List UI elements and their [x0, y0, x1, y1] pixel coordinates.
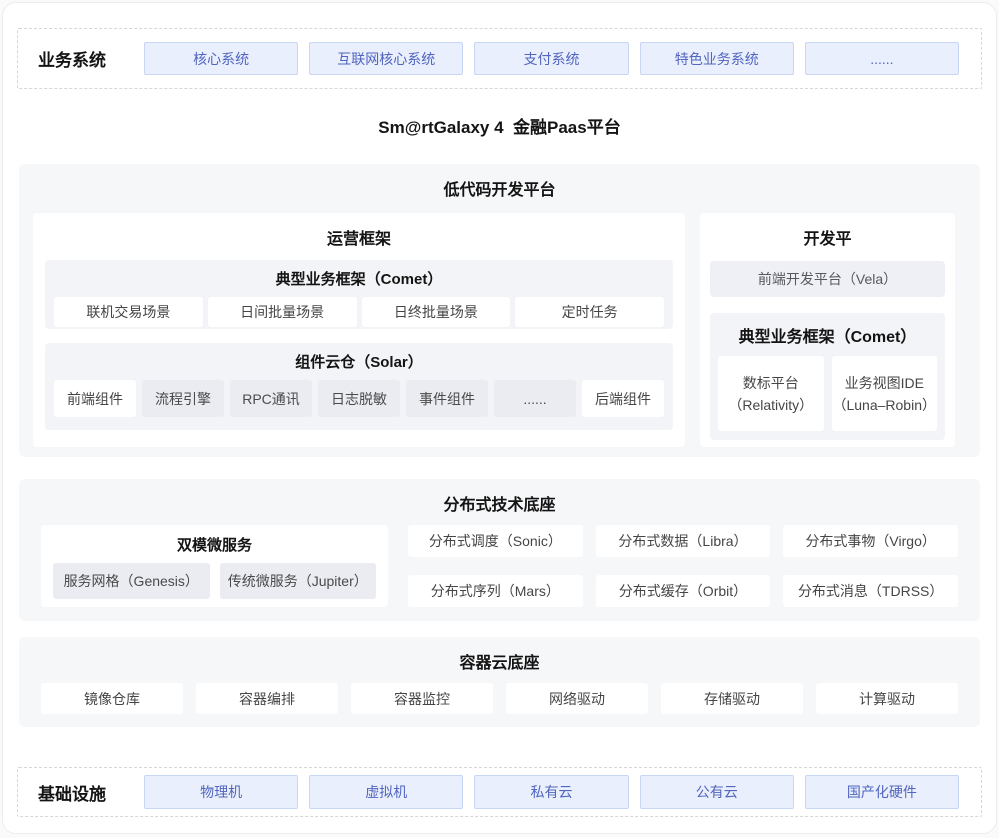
container-base-section: 容器云底座 镜像仓库 容器编排 容器监控 网络驱动 存储驱动 计算驱动 — [19, 637, 980, 727]
distributed-base-body: 双模微服务 服务网格（Genesis） 传统微服务（Jupiter） 分布式调度… — [41, 525, 958, 607]
luna-robin-ide-code: （Luna–Robin） — [832, 394, 936, 416]
endofday-batch-scene-card: 日终批量场景 — [362, 297, 511, 327]
event-component-card: 事件组件 — [406, 380, 488, 417]
component-cloud-title: 组件云仓（Solar） — [54, 351, 664, 372]
dev-framework-cards: 数标平台 （Relativity） 业务视图IDE （Luna–Robin） — [718, 356, 937, 431]
lowcode-platform-body: 运营框架 典型业务框架（Comet） 联机交易场景 日间批量场景 日终批量场景 … — [33, 213, 966, 447]
business-systems-label: 业务系统 — [38, 46, 144, 71]
network-driver-card: 网络驱动 — [506, 683, 648, 714]
business-system-internet-core-button[interactable]: 互联网核心系统 — [309, 42, 463, 75]
distributed-cache-orbit-card: 分布式缓存（Orbit） — [596, 575, 771, 607]
business-systems-buttons: 核心系统 互联网核心系统 支付系统 特色业务系统 ...... — [144, 42, 959, 75]
traditional-microservice-jupiter-chip: 传统微服务（Jupiter） — [220, 563, 377, 599]
dev-typical-business-framework-panel: 典型业务框架（Comet） 数标平台 （Relativity） 业务视图IDE … — [710, 313, 945, 440]
log-masking-card: 日志脱敏 — [318, 380, 400, 417]
frontend-dev-platform-vela-chip: 前端开发平台（Vela） — [710, 261, 945, 297]
service-mesh-genesis-chip: 服务网格（Genesis） — [53, 563, 210, 599]
distributed-sequence-mars-card: 分布式序列（Mars） — [408, 575, 583, 607]
distributed-scheduling-sonic-card: 分布式调度（Sonic） — [408, 525, 583, 557]
frontend-component-card: 前端组件 — [54, 380, 136, 417]
distributed-base-section: 分布式技术底座 双模微服务 服务网格（Genesis） 传统微服务（Jupite… — [19, 479, 980, 621]
business-systems-row: 业务系统 核心系统 互联网核心系统 支付系统 特色业务系统 ...... — [17, 28, 982, 89]
typical-business-framework-items: 联机交易场景 日间批量场景 日终批量场景 定时任务 — [54, 297, 664, 327]
container-orchestration-card: 容器编排 — [196, 683, 338, 714]
lowcode-platform-section: 低代码开发平台 运营框架 典型业务框架（Comet） 联机交易场景 日间批量场景… — [19, 164, 980, 457]
container-monitoring-card: 容器监控 — [351, 683, 493, 714]
backend-component-card: 后端组件 — [582, 380, 664, 417]
public-cloud-button[interactable]: 公有云 — [640, 775, 794, 809]
component-cloud-items: 前端组件 流程引擎 RPC通讯 日志脱敏 事件组件 ...... 后端组件 — [54, 380, 664, 417]
more-components-card: ...... — [494, 380, 576, 417]
dual-mode-microservice-box: 双模微服务 服务网格（Genesis） 传统微服务（Jupiter） — [41, 525, 388, 607]
business-system-core-button[interactable]: 核心系统 — [144, 42, 298, 75]
distributed-transaction-virgo-card: 分布式事物（Virgo） — [783, 525, 958, 557]
page-title: Sm@rtGalaxy 4 金融Paas平台 — [3, 113, 996, 138]
platform-architecture-diagram: 业务系统 核心系统 互联网核心系统 支付系统 特色业务系统 ...... Sm@… — [2, 2, 997, 834]
rpc-comm-card: RPC通讯 — [230, 380, 312, 417]
domestic-hardware-button[interactable]: 国产化硬件 — [805, 775, 959, 809]
operation-framework-box: 运营框架 典型业务框架（Comet） 联机交易场景 日间批量场景 日终批量场景 … — [33, 213, 685, 447]
process-engine-card: 流程引擎 — [142, 380, 224, 417]
operation-framework-title: 运营框架 — [45, 225, 673, 249]
container-base-title: 容器云底座 — [41, 649, 958, 673]
luna-robin-ide-card: 业务视图IDE （Luna–Robin） — [832, 356, 938, 431]
image-registry-card: 镜像仓库 — [41, 683, 183, 714]
business-system-more-button[interactable]: ...... — [805, 42, 959, 75]
relativity-platform-name: 数标平台 — [743, 372, 799, 394]
component-cloud-panel: 组件云仓（Solar） 前端组件 流程引擎 RPC通讯 日志脱敏 事件组件 ..… — [45, 343, 673, 430]
online-trading-scene-card: 联机交易场景 — [54, 297, 203, 327]
compute-driver-card: 计算驱动 — [816, 683, 958, 714]
daytime-batch-scene-card: 日间批量场景 — [208, 297, 357, 327]
infrastructure-label: 基础设施 — [38, 780, 144, 805]
business-system-payment-button[interactable]: 支付系统 — [474, 42, 628, 75]
storage-driver-card: 存储驱动 — [661, 683, 803, 714]
distributed-message-tdrss-card: 分布式消息（TDRSS） — [783, 575, 958, 607]
lowcode-platform-title: 低代码开发平台 — [33, 176, 966, 200]
dev-platform-title: 开发平 — [710, 225, 945, 249]
dev-typical-business-framework-title: 典型业务框架（Comet） — [718, 323, 937, 347]
virtual-machine-button[interactable]: 虚拟机 — [309, 775, 463, 809]
scheduled-task-card: 定时任务 — [515, 297, 664, 327]
distributed-data-libra-card: 分布式数据（Libra） — [596, 525, 771, 557]
dual-mode-items: 服务网格（Genesis） 传统微服务（Jupiter） — [53, 563, 376, 599]
private-cloud-button[interactable]: 私有云 — [474, 775, 628, 809]
container-base-items: 镜像仓库 容器编排 容器监控 网络驱动 存储驱动 计算驱动 — [41, 683, 958, 714]
infrastructure-row: 基础设施 物理机 虚拟机 私有云 公有云 国产化硬件 — [17, 767, 982, 817]
luna-robin-ide-name: 业务视图IDE — [845, 372, 924, 394]
business-system-special-button[interactable]: 特色业务系统 — [640, 42, 794, 75]
typical-business-framework-panel: 典型业务框架（Comet） 联机交易场景 日间批量场景 日终批量场景 定时任务 — [45, 260, 673, 329]
distributed-base-title: 分布式技术底座 — [41, 491, 958, 515]
distributed-services-grid: 分布式调度（Sonic） 分布式数据（Libra） 分布式事物（Virgo） 分… — [408, 525, 958, 607]
typical-business-framework-title: 典型业务框架（Comet） — [54, 268, 664, 289]
dual-mode-microservice-title: 双模微服务 — [53, 534, 376, 555]
relativity-platform-card: 数标平台 （Relativity） — [718, 356, 824, 431]
relativity-platform-code: （Relativity） — [728, 394, 813, 416]
physical-machine-button[interactable]: 物理机 — [144, 775, 298, 809]
dev-platform-box: 开发平 前端开发平台（Vela） 典型业务框架（Comet） 数标平台 （Rel… — [700, 213, 955, 447]
infrastructure-buttons: 物理机 虚拟机 私有云 公有云 国产化硬件 — [144, 775, 959, 809]
